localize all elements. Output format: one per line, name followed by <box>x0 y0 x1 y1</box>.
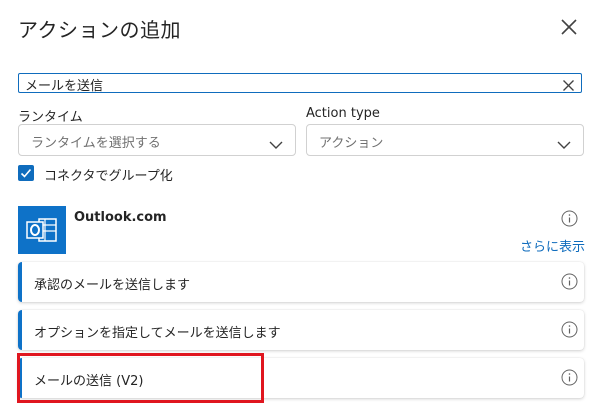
action-item-label: 承認のメールを送信します <box>34 278 191 293</box>
card-accent <box>18 310 22 350</box>
action-item-label: オプションを指定してメールを送信します <box>34 326 281 341</box>
clear-search-button[interactable] <box>562 77 575 91</box>
action-item[interactable]: オプションを指定してメールを送信します <box>18 310 584 350</box>
clear-icon <box>563 80 574 91</box>
show-more-link[interactable]: さらに表示 <box>520 236 585 255</box>
close-icon <box>561 19 577 35</box>
action-item[interactable]: メールの送信 (V2) <box>18 358 584 398</box>
connector-info-button[interactable] <box>561 210 578 227</box>
action-type-label: Action type <box>306 106 380 121</box>
info-icon <box>561 369 578 386</box>
runtime-placeholder: ランタイムを選択する <box>31 136 161 151</box>
search-input[interactable]: メールを送信 <box>18 73 582 94</box>
action-type-dropdown[interactable]: アクション <box>306 124 584 156</box>
outlook-icon <box>18 206 66 254</box>
info-icon <box>561 321 578 338</box>
close-button[interactable] <box>558 16 580 38</box>
checkmark-icon <box>20 168 32 178</box>
info-icon <box>561 210 578 227</box>
action-info-button[interactable] <box>561 321 578 338</box>
action-item-label: メールの送信 (V2) <box>34 374 144 389</box>
action-info-button[interactable] <box>561 369 578 386</box>
card-accent <box>18 262 22 302</box>
dialog-title: アクションの追加 <box>18 18 181 42</box>
connector-name: Outlook.com <box>74 210 167 225</box>
group-by-connector-label: コネクタでグループ化 <box>44 169 173 184</box>
action-item[interactable]: 承認のメールを送信します <box>18 262 584 302</box>
group-by-connector-checkbox[interactable] <box>18 165 34 181</box>
card-accent <box>18 358 22 398</box>
action-type-value: アクション <box>319 136 384 151</box>
chevron-down-icon <box>557 135 571 149</box>
action-info-button[interactable] <box>561 273 578 290</box>
info-icon <box>561 273 578 290</box>
runtime-label: ランタイム <box>18 110 83 125</box>
runtime-dropdown[interactable]: ランタイムを選択する <box>18 124 296 156</box>
chevron-down-icon <box>269 135 283 149</box>
search-input-value: メールを送信 <box>25 79 104 94</box>
